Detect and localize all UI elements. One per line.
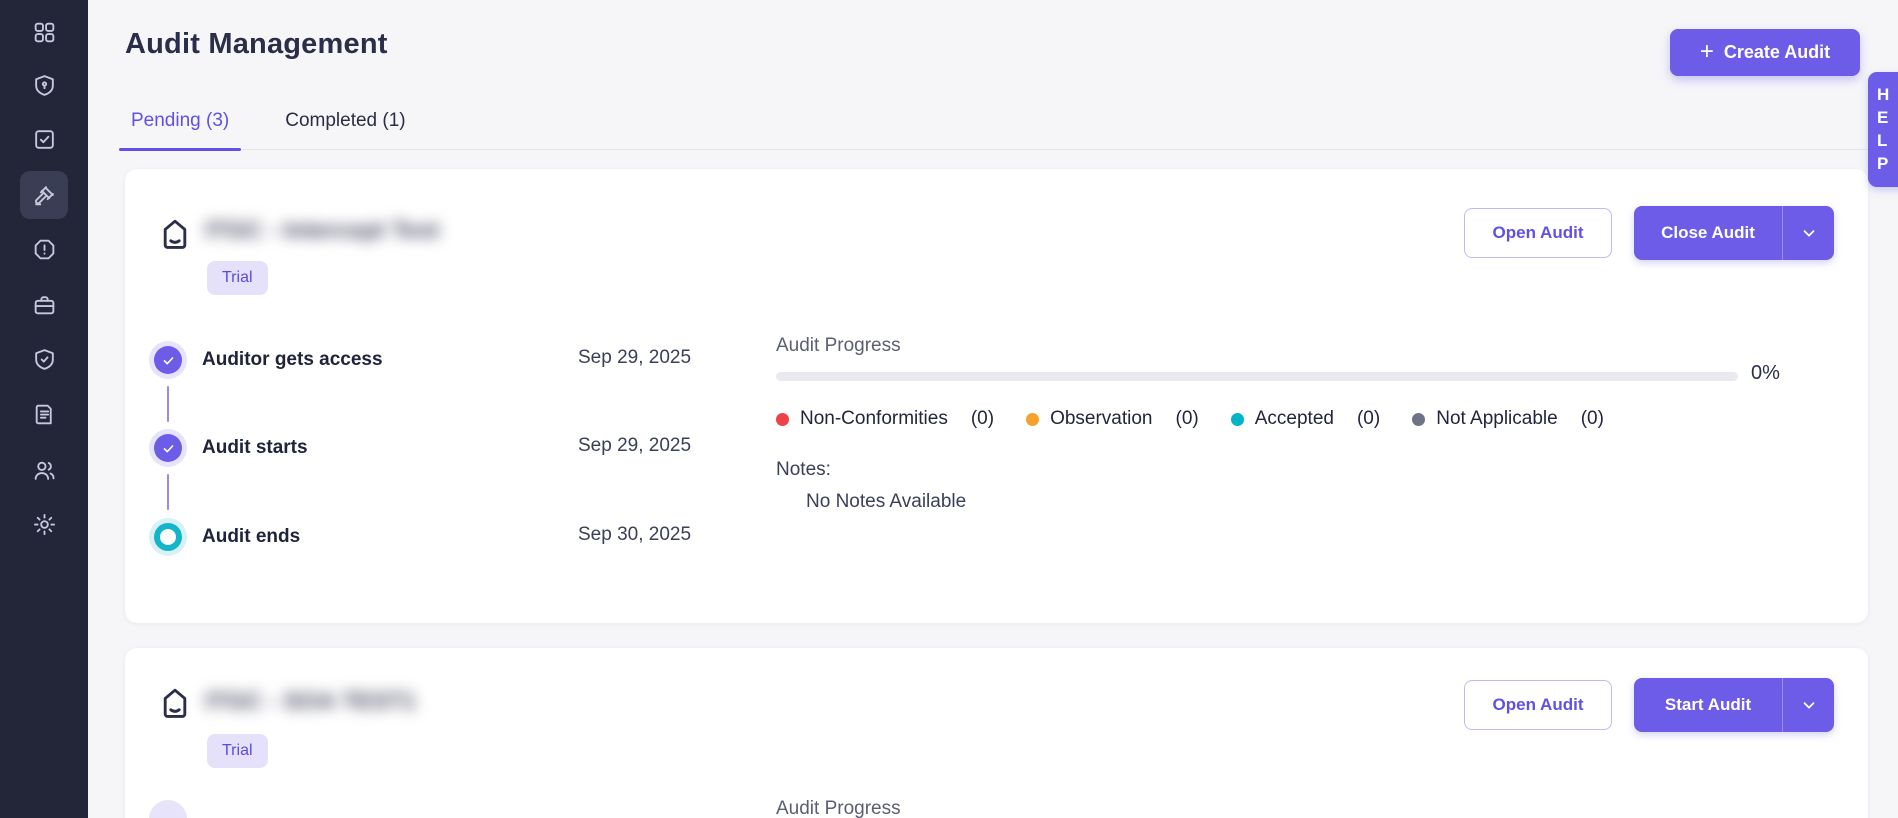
non-conformities-dot-icon [776,412,789,426]
legend-label: Not Applicable [1436,408,1558,429]
timeline-step [125,800,765,818]
close-audit-button[interactable]: Close Audit [1634,206,1782,260]
audit-progress-bar [776,372,1738,381]
legend-label: Non-Conformities [800,408,948,429]
close-audit-dropdown-toggle[interactable] [1782,206,1834,260]
legend-item: Non-Conformities (0) [776,408,994,430]
plus-icon: + [1699,37,1714,65]
step-upcoming-icon [149,800,187,818]
sidebar-item-audit[interactable] [20,171,68,219]
audit-title-redacted: ITGC - SOA TEST1 [205,688,417,715]
chevron-down-icon [1803,702,1814,709]
sidebar-item-people[interactable] [20,446,68,494]
timeline-step: Auditor gets access Sep 29, 2025 [125,341,765,379]
tab-pending[interactable]: Pending (3) [118,104,242,151]
notes-label: Notes: [776,459,831,480]
help-letter: L [1877,131,1888,150]
timeline-step: Audit starts Sep 29, 2025 [125,429,765,467]
help-tab[interactable]: H E L P [1868,72,1898,187]
timeline-step-date: Sep 29, 2025 [578,347,692,368]
tab-completed[interactable]: Completed (1) [279,104,411,149]
step-done-icon [149,341,187,379]
timeline-step-date: Sep 30, 2025 [578,524,692,545]
grid-icon [34,22,54,42]
gear-icon [33,513,55,535]
sidebar [0,0,88,818]
users-icon [34,461,54,480]
start-audit-split-button: Start Audit [1634,678,1834,732]
step-pending-icon [149,518,187,556]
legend-item: Accepted (0) [1230,408,1381,430]
timeline-step: Audit ends Sep 30, 2025 [125,518,765,556]
sidebar-item-policies[interactable] [20,390,68,438]
finding-legend: Non-Conformities (0) Observation (0) Acc… [776,408,1604,430]
legend-label: Observation [1050,408,1153,429]
home-icon [159,217,191,251]
sidebar-item-settings[interactable] [20,500,68,548]
legend-count: (0) [970,408,995,429]
sidebar-item-issues[interactable] [20,225,68,273]
audit-progress-value: 0% [1751,362,1780,384]
create-audit-button[interactable]: + Create Audit [1670,29,1860,76]
check-square-icon [34,129,54,149]
notes-empty-text: No Notes Available [806,491,967,512]
main-content: Audit Management + Create Audit H E L P … [88,0,1898,818]
document-icon [35,404,52,424]
timeline-step-label: Auditor gets access [202,349,383,370]
home-icon [159,686,191,720]
open-audit-button[interactable]: Open Audit [1464,680,1612,730]
step-done-icon [149,429,187,467]
audit-progress-label: Audit Progress [776,335,901,356]
accepted-dot-icon [1230,412,1244,426]
shield-keyhole-icon [34,74,54,96]
timeline-connector [167,474,169,510]
timeline-step-label: Audit starts [202,437,308,458]
start-audit-button[interactable]: Start Audit [1634,678,1782,732]
help-letter: E [1877,108,1889,127]
shield-check-icon [34,348,54,370]
trial-badge: Trial [207,734,268,768]
tab-bar: Pending (3) Completed (1) [118,104,1868,151]
sidebar-item-vendors[interactable] [20,281,68,329]
alert-octagon-icon [34,239,54,259]
audit-progress-label: Audit Progress [776,798,901,818]
trial-badge: Trial [207,261,268,295]
legend-count: (0) [1175,408,1199,429]
open-audit-button[interactable]: Open Audit [1464,208,1612,258]
sidebar-item-dashboard[interactable] [20,8,68,56]
close-audit-split-button: Close Audit [1634,206,1834,260]
legend-label: Accepted [1254,408,1334,429]
page-title: Audit Management [125,28,388,60]
legend-item: Observation (0) [1026,408,1199,430]
sidebar-item-tasks[interactable] [20,115,68,163]
start-audit-dropdown-toggle[interactable] [1782,678,1834,732]
help-letter: H [1877,85,1890,104]
not-applicable-dot-icon [1412,412,1426,426]
legend-item: Not Applicable (0) [1412,408,1604,430]
audit-title-redacted: ITGC - Intercept Test [205,217,440,244]
legend-count: (0) [1356,408,1381,429]
help-letter: P [1877,154,1889,173]
sidebar-item-compliance[interactable] [20,335,68,383]
audit-card: ITGC - Intercept Test Trial Open Audit C… [125,169,1868,623]
legend-count: (0) [1580,408,1604,429]
gavel-icon [34,185,54,205]
audit-card: ITGC - SOA TEST1 Trial Open Audit Start … [125,648,1868,818]
timeline-step-date: Sep 29, 2025 [578,435,692,456]
chevron-down-icon [1803,230,1814,237]
observation-dot-icon [1026,412,1040,426]
timeline-connector [167,386,169,422]
create-audit-label: Create Audit [1723,42,1831,62]
timeline-step-label: Audit ends [202,526,301,547]
sidebar-item-security[interactable] [20,61,68,109]
briefcase-icon [34,295,54,314]
